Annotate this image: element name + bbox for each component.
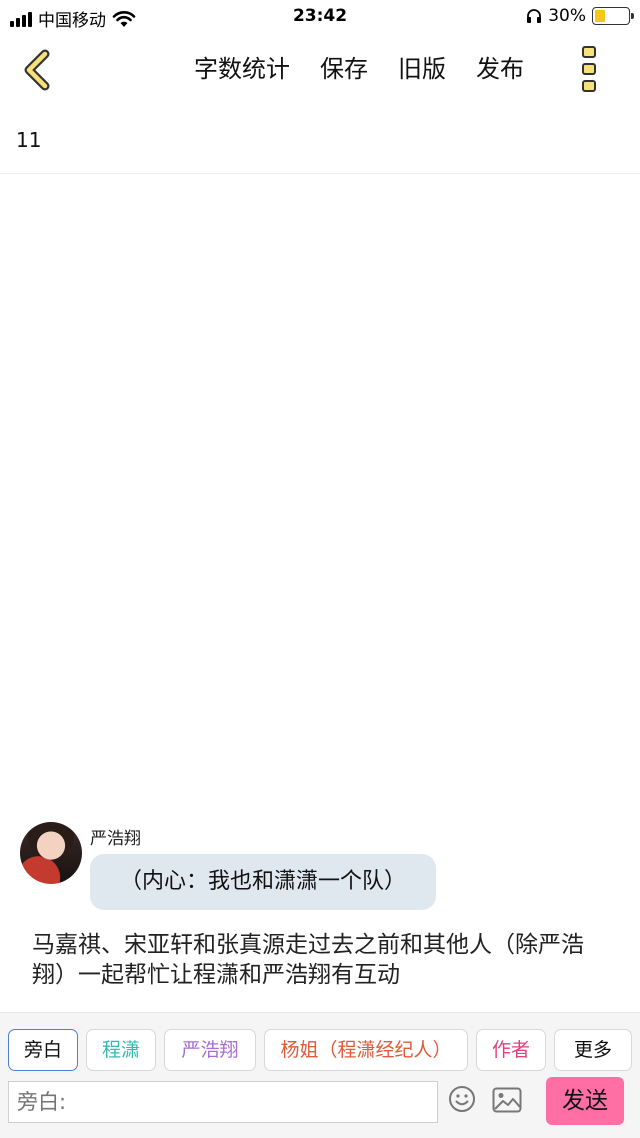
back-button[interactable] [18, 48, 58, 92]
more-dot [582, 63, 596, 75]
composer-row: 发送 [8, 1077, 632, 1127]
chevron-left-icon [24, 49, 50, 91]
old-version-button[interactable]: 旧版 [398, 54, 446, 84]
role-button[interactable]: 作者 [476, 1029, 546, 1071]
narration-text[interactable]: 马嘉祺、宋亚轩和张真源走过去之前和其他人（除严浩翔）一起帮忙让程潇和严浩翔有互动 [32, 930, 608, 990]
avatar [20, 822, 82, 884]
send-button[interactable]: 发送 [546, 1077, 624, 1125]
role-button[interactable]: 旁白 [8, 1029, 78, 1071]
battery-percent: 30% [548, 6, 586, 26]
chat-message[interactable]: 严浩翔 （内心：我也和潇潇一个队） [20, 820, 620, 915]
nav-actions: 字数统计 保存 旧版 发布 [194, 54, 524, 84]
role-button[interactable]: 更多 [554, 1029, 632, 1071]
speaker-name: 严浩翔 [90, 829, 141, 849]
status-bar: 中国移动 23:42 30% [0, 0, 640, 34]
chapter-title: 11 [16, 128, 42, 152]
image-icon[interactable] [492, 1087, 522, 1113]
word-count-button[interactable]: 字数统计 [194, 54, 290, 84]
role-button[interactable]: 严浩翔 [164, 1029, 256, 1071]
chapter-title-row[interactable]: 11 [0, 106, 640, 174]
role-button[interactable]: 杨姐（程潇经纪人） [264, 1029, 468, 1071]
role-button[interactable]: 程潇 [86, 1029, 156, 1071]
message-bubble: （内心：我也和潇潇一个队） [90, 854, 437, 910]
emoji-icon[interactable] [448, 1085, 476, 1113]
headphones-icon [527, 9, 542, 23]
more-dot [582, 80, 596, 92]
save-button[interactable]: 保存 [320, 54, 368, 84]
nav-bar: 字数统计 保存 旧版 发布 [0, 34, 640, 106]
status-right: 30% [526, 6, 634, 26]
battery-icon [592, 7, 634, 25]
composer-panel: 旁白程潇严浩翔杨姐（程潇经纪人）作者更多 发送 [0, 1012, 640, 1138]
message-input[interactable] [8, 1081, 438, 1123]
role-selector: 旁白 程潇 严浩翔 杨姐（程潇经纪人） 作者 更多 [8, 1029, 632, 1071]
more-menu-button[interactable] [578, 46, 600, 92]
publish-button[interactable]: 发布 [476, 54, 524, 84]
more-vertical-icon [582, 46, 596, 58]
